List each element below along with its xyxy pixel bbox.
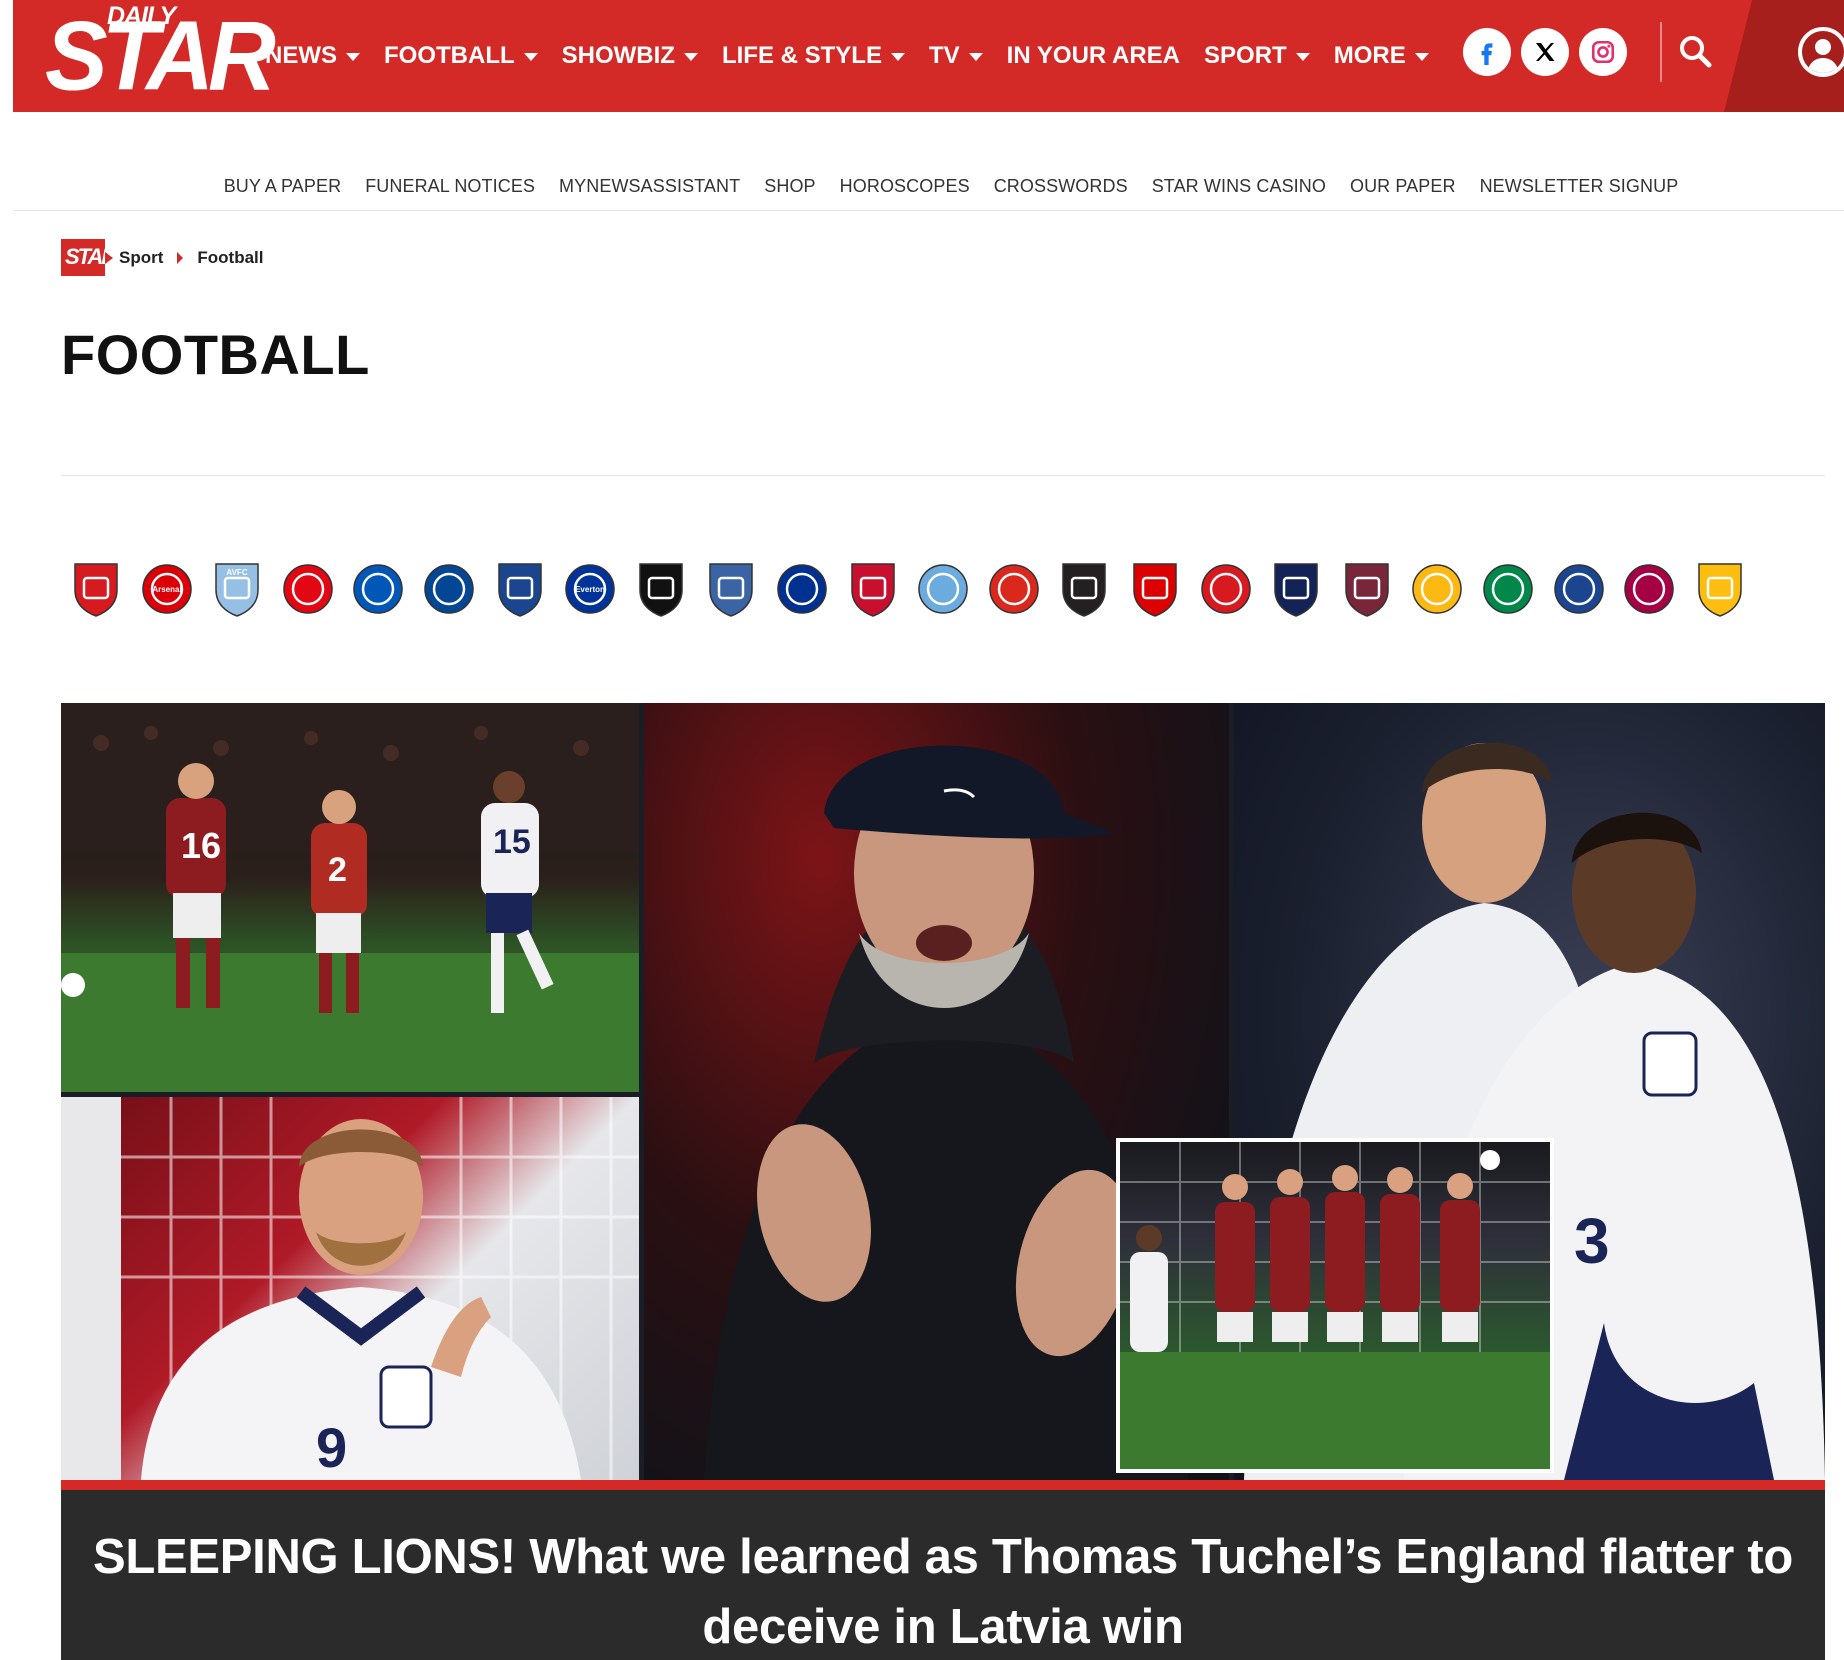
hero-photo-captain: 9 — [61, 1097, 639, 1480]
nav-life-style[interactable]: LIFE & STYLE — [722, 36, 905, 76]
hero-headline-box[interactable]: SLEEPING LIONS! What we learned as Thoma… — [61, 1490, 1825, 1660]
chelsea-crest-icon[interactable] — [424, 560, 474, 618]
subnav-shop[interactable]: SHOP — [764, 165, 815, 210]
nav-tv[interactable]: TV — [929, 36, 983, 76]
nav-in-your-area-label: IN YOUR AREA — [1006, 42, 1181, 69]
barcelona-crest-icon[interactable] — [1624, 560, 1674, 618]
real-madrid-crest-icon[interactable] — [1695, 560, 1745, 618]
chevron-down-icon — [346, 53, 360, 61]
nav-football[interactable]: FOOTBALL — [384, 36, 538, 76]
ipswich-crest-icon[interactable] — [706, 560, 756, 618]
liverpool-crest-icon[interactable] — [848, 560, 898, 618]
arsenal-crest-label: Arsenal — [152, 585, 181, 594]
main-nav: NEWS FOOTBALL SHOWBIZ LIFE & STYLE TV IN… — [265, 36, 1453, 76]
nav-football-label: FOOTBALL — [384, 42, 515, 69]
svg-text:9: 9 — [316, 1416, 347, 1479]
bournemouth-crest-icon[interactable] — [71, 560, 121, 618]
breadcrumb-logo-text: STAR — [65, 244, 117, 269]
leicester-crest-icon[interactable] — [777, 560, 827, 618]
breadcrumb-football[interactable]: Football — [197, 239, 263, 276]
page-title: FOOTBALL — [61, 323, 370, 386]
header-divider — [1660, 22, 1662, 82]
everton-crest-label: Everton — [575, 585, 605, 594]
breadcrumb: STAR Sport Football — [61, 239, 264, 276]
chevron-down-icon — [890, 53, 905, 61]
nav-more-label: MORE — [1333, 42, 1406, 69]
subnav-mynewsassistant[interactable]: MYNEWSASSISTANT — [559, 165, 740, 210]
nav-more[interactable]: MORE — [1334, 36, 1429, 76]
facebook-icon[interactable] — [1463, 28, 1511, 76]
subnav-our-paper[interactable]: OUR PAPER — [1350, 165, 1456, 210]
fulham-crest-icon[interactable] — [636, 560, 686, 618]
celtic-crest-icon[interactable] — [1483, 560, 1533, 618]
svg-text:16: 16 — [181, 825, 221, 866]
chevron-down-icon — [1414, 53, 1429, 61]
southampton-crest-icon[interactable] — [1201, 560, 1251, 618]
hero-photo-inset-freekick — [1116, 1138, 1554, 1473]
chevron-down-icon — [1295, 53, 1310, 61]
instagram-icon[interactable] — [1579, 28, 1627, 76]
crystal-palace-crest-icon[interactable] — [495, 560, 545, 618]
subnav-crosswords[interactable]: CROSSWORDS — [994, 165, 1128, 210]
chevron-down-icon — [968, 53, 983, 61]
svg-text:2: 2 — [328, 851, 347, 889]
daily-star-logo[interactable]: STAR DAILY — [45, 2, 276, 108]
nottingham-forest-crest-icon[interactable] — [1130, 560, 1180, 618]
svg-text:15: 15 — [493, 823, 531, 861]
aston-villa-crest-label: AVFC — [226, 568, 247, 577]
brighton-crest-icon[interactable] — [353, 560, 403, 618]
aston-villa-crest-icon[interactable]: AVFC — [212, 560, 262, 618]
hero-image[interactable]: 16 2 15 9 3 — [61, 703, 1825, 1480]
hero-photo-match-action: 16 2 15 — [61, 703, 639, 1092]
chevron-down-icon — [523, 53, 538, 61]
hero-red-band — [61, 1480, 1825, 1490]
secondary-nav: BUY A PAPER FUNERAL NOTICES MYNEWSASSIST… — [13, 165, 1844, 211]
svg-text:3: 3 — [1574, 1205, 1610, 1277]
social-links — [1463, 28, 1627, 76]
nav-in-your-area[interactable]: IN YOUR AREA — [1007, 36, 1180, 76]
search-icon[interactable] — [1676, 32, 1716, 72]
tottenham-crest-icon[interactable] — [1271, 560, 1321, 618]
chevron-right-icon — [177, 251, 184, 264]
breadcrumb-sport[interactable]: Sport — [119, 239, 163, 276]
nav-news[interactable]: NEWS — [265, 36, 360, 76]
manchester-city-crest-icon[interactable] — [918, 560, 968, 618]
newcastle-crest-icon[interactable] — [1059, 560, 1109, 618]
account-icon[interactable] — [1798, 27, 1844, 77]
nav-life-style-label: LIFE & STYLE — [721, 42, 882, 69]
nav-sport[interactable]: SPORT — [1204, 36, 1310, 76]
x-icon[interactable] — [1521, 28, 1569, 76]
hero-headline[interactable]: SLEEPING LIONS! What we learned as Thoma… — [91, 1522, 1795, 1660]
nav-sport-label: SPORT — [1204, 42, 1287, 69]
subnav-newsletter-signup[interactable]: NEWSLETTER SIGNUP — [1480, 165, 1679, 210]
everton-crest-icon[interactable]: Everton — [565, 560, 615, 618]
wolves-crest-icon[interactable] — [1412, 560, 1462, 618]
logo-daily-text: DAILY — [107, 2, 176, 30]
nav-showbiz-label: SHOWBIZ — [561, 42, 675, 69]
manchester-united-crest-icon[interactable] — [989, 560, 1039, 618]
subnav-buy-a-paper[interactable]: BUY A PAPER — [224, 165, 342, 210]
nav-news-label: NEWS — [265, 42, 337, 69]
hero-article[interactable]: 16 2 15 9 3 SLEEPING LIONS! What we lear… — [61, 703, 1825, 1660]
nav-tv-label: TV — [928, 42, 960, 69]
subnav-funeral-notices[interactable]: FUNERAL NOTICES — [365, 165, 535, 210]
nav-showbiz[interactable]: SHOWBIZ — [562, 36, 698, 76]
brentford-crest-icon[interactable] — [283, 560, 333, 618]
arsenal-crest-icon[interactable]: Arsenal — [142, 560, 192, 618]
chevron-down-icon — [683, 53, 698, 61]
breadcrumb-home-logo[interactable]: STAR — [61, 239, 117, 276]
west-ham-crest-icon[interactable] — [1342, 560, 1392, 618]
rangers-crest-icon[interactable] — [1554, 560, 1604, 618]
site-header: STAR DAILY NEWS FOOTBALL SHOWBIZ LIFE & … — [13, 0, 1844, 112]
section-divider — [61, 475, 1825, 476]
subnav-star-wins-casino[interactable]: STAR WINS CASINO — [1152, 165, 1326, 210]
subnav-horoscopes[interactable]: HOROSCOPES — [840, 165, 970, 210]
